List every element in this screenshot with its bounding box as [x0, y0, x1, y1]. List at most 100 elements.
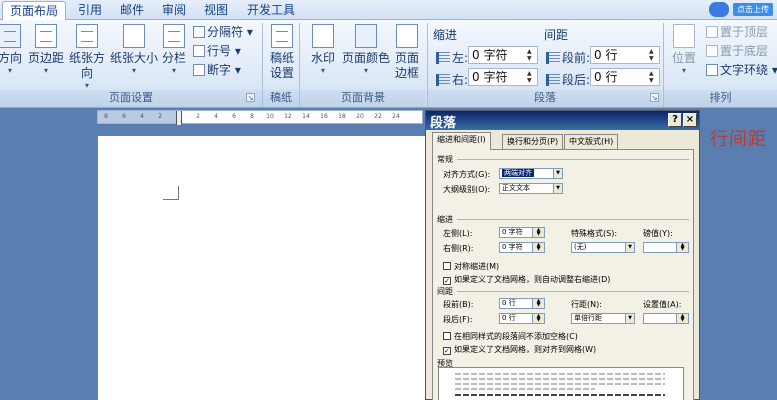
outline-level-select[interactable]: 正文文本 ▼: [499, 183, 563, 194]
tab-view[interactable]: 视图: [198, 1, 234, 20]
dialog-titlebar[interactable]: 段落 ? ×: [426, 111, 699, 131]
spin-arrows-icon[interactable]: ▲ ▼: [532, 228, 544, 237]
tab-indents-spacing[interactable]: 缩进和间距(I): [432, 132, 491, 150]
line-numbers-button[interactable]: 行号 ▾: [193, 43, 241, 59]
spin-arrows-icon[interactable]: ▲ ▼: [532, 243, 544, 252]
breaks-button[interactable]: 分隔符 ▾: [193, 24, 253, 40]
position-icon: [673, 24, 695, 48]
tab-references[interactable]: 引用: [72, 1, 108, 20]
margins-icon: [35, 24, 57, 48]
snap-to-grid-checkbox[interactable]: ✓ 如果定义了文档网格，则对齐到网格(W): [443, 344, 596, 355]
left-indent-input[interactable]: 0 字符 ▲ ▼: [499, 227, 545, 238]
spacing-header: 间距: [544, 28, 569, 42]
at-value-input[interactable]: ▲ ▼: [643, 313, 689, 324]
page-setup-launcher-icon[interactable]: ↘: [246, 93, 255, 102]
tab-asian-typography[interactable]: 中文版式(H): [564, 134, 619, 150]
general-section-header: 常规: [437, 155, 453, 164]
spacing-after-label: 段后:: [546, 71, 590, 88]
spin-arrows-icon[interactable]: ▲ ▼: [649, 48, 657, 62]
page-borders-button[interactable]: 页面 边框: [392, 24, 422, 81]
cloud-logo-icon: [709, 2, 729, 17]
space-after-input[interactable]: 0 行 ▲ ▼: [499, 313, 545, 324]
group-label-page-setup: 页面设置: [0, 90, 262, 107]
text-wrap-button[interactable]: 文字环绕 ▾: [706, 62, 777, 78]
line-numbers-icon: [193, 45, 205, 57]
spacing-before-input[interactable]: 0 行 ▲ ▼: [590, 46, 660, 64]
tab-mailings[interactable]: 邮件: [114, 1, 150, 20]
indent-section-header: 缩进: [437, 215, 453, 224]
by-value-input[interactable]: ▲ ▼: [643, 242, 689, 253]
alignment-select[interactable]: 两端对齐 ▼: [499, 168, 563, 179]
checkbox-box[interactable]: ✓: [443, 277, 451, 285]
spin-arrows-icon[interactable]: ▲ ▼: [527, 70, 535, 84]
special-format-select[interactable]: (无) ▼: [571, 242, 635, 253]
document-page[interactable]: [97, 136, 427, 400]
breaks-icon: [193, 26, 205, 38]
chevron-down-icon[interactable]: ▼: [553, 184, 562, 193]
size-button[interactable]: 纸张大小 ▾: [110, 24, 158, 75]
spacing-before-label: 段前:: [546, 49, 590, 66]
checkbox-box[interactable]: [443, 262, 451, 270]
checkbox-box[interactable]: [443, 332, 451, 340]
indent-marker[interactable]: [176, 111, 182, 125]
spin-arrows-icon[interactable]: ▲ ▼: [532, 299, 544, 308]
upload-button[interactable]: 点击上传: [733, 3, 773, 16]
space-before-input[interactable]: 0 行 ▲ ▼: [499, 298, 545, 309]
spacing-after-input[interactable]: 0 行 ▲ ▼: [590, 68, 660, 86]
chevron-down-icon[interactable]: ▼: [553, 169, 562, 178]
spin-arrows-icon[interactable]: ▲ ▼: [532, 314, 544, 323]
spacing-after-icon: [546, 74, 560, 86]
space-after-label: 段后(F):: [443, 315, 473, 324]
ribbon: 方向 ▾ 页边距 ▾ 纸张方向 ▾ 纸张大小 ▾ 分栏 ▾ 分隔符 ▾ 行号 ▾ 断字 ▾…: [0, 20, 777, 108]
tab-page-layout[interactable]: 页面布局: [2, 1, 66, 20]
mirror-indents-checkbox[interactable]: 对称缩进(M): [443, 261, 499, 272]
send-to-back-button[interactable]: 置于底层: [706, 43, 768, 59]
group-label-arrange: 排列: [664, 90, 777, 107]
paragraph-launcher-icon[interactable]: ↘: [650, 93, 659, 102]
help-button[interactable]: ?: [668, 113, 682, 127]
indent-right-input[interactable]: 0 字符 ▲ ▼: [468, 68, 538, 86]
line-spacing-select[interactable]: 单倍行距 ▼: [571, 313, 635, 324]
tab-line-page-breaks[interactable]: 换行和分页(P): [502, 134, 564, 150]
send-back-icon: [706, 45, 718, 57]
spin-arrows-icon[interactable]: ▲ ▼: [527, 48, 535, 62]
manuscript-settings-button[interactable]: 稿纸 设置: [266, 24, 298, 81]
watermark-icon: [312, 24, 334, 48]
margin-corner-mark: [163, 186, 179, 200]
horizontal-ruler[interactable]: 8 6 4 2 2 4 6 8 10 12 14 16 18 20 22 24: [97, 110, 423, 125]
auto-right-indent-checkbox[interactable]: ✓ 如果定义了文档网格，则自动调整右缩进(D): [443, 274, 610, 285]
page-color-button[interactable]: 页面颜色 ▾: [342, 24, 390, 75]
line-spacing-label: 行距(N):: [571, 300, 602, 309]
preview-box: [438, 367, 684, 400]
columns-button[interactable]: 分栏 ▾: [160, 24, 188, 75]
manuscript-icon: [271, 24, 293, 48]
tab-review[interactable]: 审阅: [156, 1, 192, 20]
spin-arrows-icon[interactable]: ▲ ▼: [676, 314, 688, 323]
no-space-same-style-checkbox[interactable]: 在相同样式的段落间不添加空格(C): [443, 331, 578, 342]
left-indent-label: 左侧(L):: [443, 229, 473, 238]
cloud-upload: 点击上传: [709, 2, 773, 17]
special-format-label: 特殊格式(S):: [571, 229, 618, 238]
page-color-icon: [355, 24, 377, 48]
chevron-down-icon[interactable]: ▼: [625, 314, 634, 323]
bring-front-icon: [706, 26, 718, 38]
outline-level-label: 大纲级别(O):: [443, 185, 491, 194]
spin-arrows-icon[interactable]: ▲ ▼: [676, 243, 688, 252]
hyphenation-button[interactable]: 断字 ▾: [193, 62, 241, 78]
text-direction-button[interactable]: 方向 ▾: [0, 24, 26, 75]
position-button[interactable]: 位置 ▾: [668, 24, 700, 75]
watermark-button[interactable]: 水印 ▾: [305, 24, 341, 75]
indent-left-input[interactable]: 0 字符 ▲ ▼: [468, 46, 538, 64]
tab-developer[interactable]: 开发工具: [240, 1, 302, 20]
paragraph-dialog: 段落 ? × 缩进和间距(I) 换行和分页(P) 中文版式(H) 常规 对齐方式…: [425, 110, 700, 400]
chevron-down-icon[interactable]: ▼: [625, 243, 634, 252]
close-button[interactable]: ×: [683, 113, 697, 127]
bring-to-front-button[interactable]: 置于顶层: [706, 24, 768, 40]
margins-button[interactable]: 页边距 ▾: [27, 24, 65, 75]
columns-icon: [163, 24, 185, 48]
checkbox-box[interactable]: ✓: [443, 347, 451, 355]
orientation-button[interactable]: 纸张方向 ▾: [64, 24, 110, 90]
right-indent-input[interactable]: 0 字符 ▲ ▼: [499, 242, 545, 253]
spin-arrows-icon[interactable]: ▲ ▼: [649, 70, 657, 84]
group-label-page-background: 页面背景: [300, 90, 426, 107]
